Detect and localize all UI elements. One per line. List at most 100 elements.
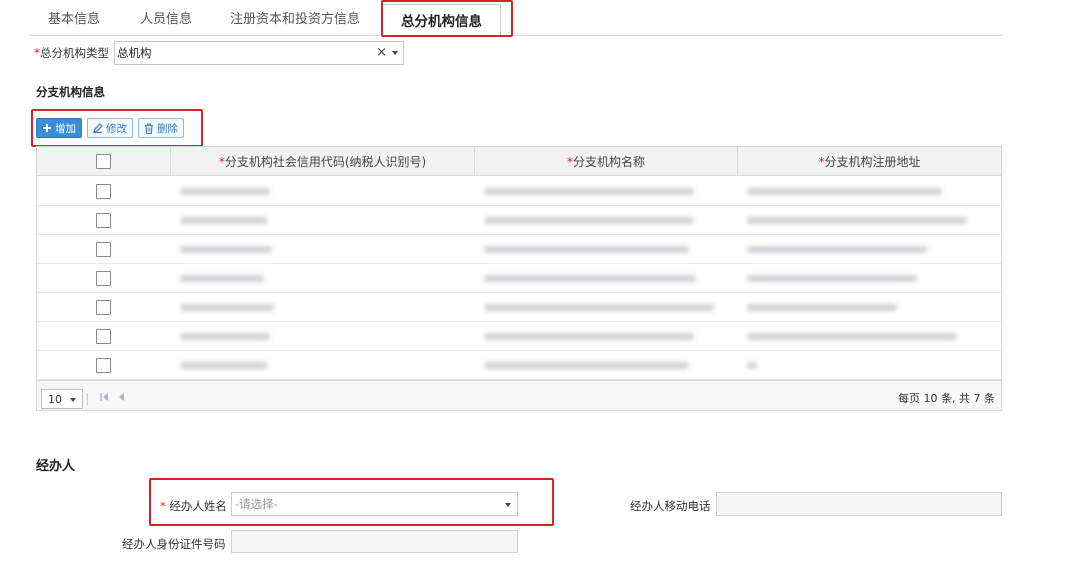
tab-capital-investor-info[interactable]: 注册资本和投资方信息 — [230, 8, 360, 27]
redacted-value — [180, 274, 264, 282]
pager-summary: 每页 10 条, 共 7 条 — [898, 392, 995, 405]
branch-address-cell — [747, 206, 967, 234]
table-row[interactable] — [37, 177, 1001, 206]
branch-address-cell — [747, 322, 957, 350]
tab-bar: 基本信息 人员信息 注册资本和投资方信息 总分机构信息 — [30, 0, 1002, 36]
row-checkbox[interactable] — [96, 212, 111, 228]
row-select-cell — [37, 264, 170, 292]
hq-type-value: 总机构 — [117, 46, 152, 60]
row-checkbox[interactable] — [96, 270, 111, 286]
operator-section-title: 经办人 — [36, 459, 76, 474]
add-button-label: 增加 — [55, 122, 76, 135]
operator-id-label: 经办人身份证件号码 — [122, 537, 226, 551]
redacted-value — [747, 245, 927, 253]
table-row[interactable] — [37, 322, 1001, 351]
table-row[interactable] — [37, 351, 1001, 380]
header-credit-code[interactable]: * 分支机构社会信用代码(纳税人识别号) — [170, 147, 474, 176]
header-branch-address-label: 分支机构注册地址 — [824, 155, 921, 169]
branch-name-cell — [484, 351, 689, 379]
table-pager: 10 每页 10 条, 共 7 条 — [37, 380, 1001, 410]
clear-icon[interactable]: × — [376, 45, 387, 60]
tab-basic-info[interactable]: 基本信息 — [48, 8, 100, 27]
row-checkbox[interactable] — [96, 299, 111, 315]
operator-phone-field[interactable] — [716, 492, 1002, 516]
redacted-value — [484, 187, 694, 195]
row-select-cell — [37, 293, 170, 321]
branch-address-cell — [747, 264, 917, 292]
table-row[interactable] — [37, 235, 1001, 264]
redacted-value — [180, 361, 268, 369]
operator-phone-label: 经办人移动电话 — [630, 499, 711, 513]
row-select-cell — [37, 322, 170, 350]
operator-id-field[interactable] — [231, 530, 518, 553]
prev-page-icon[interactable] — [117, 392, 125, 402]
trash-icon — [145, 122, 153, 134]
redacted-value — [747, 361, 757, 369]
row-checkbox[interactable] — [96, 357, 111, 373]
delete-button-label: 删除 — [157, 122, 178, 135]
redacted-value — [747, 187, 942, 195]
redacted-value — [484, 332, 694, 340]
header-select-all — [37, 147, 170, 176]
row-select-cell — [37, 177, 170, 205]
first-page-icon[interactable] — [99, 392, 109, 402]
operator-name-label: * 经办人姓名 — [160, 498, 227, 514]
branch-address-cell — [747, 235, 927, 263]
table-row[interactable] — [37, 293, 1001, 322]
operator-name-label-text: 经办人姓名 — [169, 499, 227, 513]
edit-button-label: 修改 — [106, 122, 127, 135]
table-row[interactable] — [37, 206, 1001, 235]
row-checkbox[interactable] — [96, 183, 111, 199]
row-checkbox[interactable] — [96, 328, 111, 344]
redacted-value — [747, 274, 917, 282]
pencil-icon — [93, 123, 103, 133]
redacted-value — [180, 332, 270, 340]
redacted-value — [180, 216, 268, 224]
redacted-value — [747, 332, 957, 340]
tab-personnel-info[interactable]: 人员信息 — [140, 8, 192, 27]
hq-type-label: 总分机构类型 — [40, 46, 109, 60]
edit-button[interactable]: 修改 — [87, 118, 133, 138]
select-all-checkbox[interactable] — [96, 154, 111, 169]
row-select-cell — [37, 351, 170, 379]
branch-address-cell — [747, 293, 897, 321]
operator-name-placeholder: -请选择- — [235, 497, 278, 511]
credit-code-cell — [180, 322, 270, 350]
branch-address-cell — [747, 351, 757, 379]
redacted-value — [180, 245, 272, 253]
header-credit-code-label: 分支机构社会信用代码(纳税人识别号) — [224, 155, 427, 169]
branch-name-cell — [484, 322, 694, 350]
hq-type-select[interactable]: 总机构 × — [114, 41, 404, 65]
page-size-value: 10 — [48, 392, 62, 406]
delete-button[interactable]: 删除 — [138, 118, 184, 138]
redacted-value — [180, 187, 270, 195]
credit-code-cell — [180, 177, 270, 205]
redacted-value — [484, 274, 696, 282]
table-header: * 分支机构社会信用代码(纳税人识别号) * 分支机构名称 * 分支机构注册地址 — [37, 147, 1001, 176]
row-select-cell — [37, 206, 170, 234]
required-mark: * — [160, 499, 166, 513]
page-size-select[interactable]: 10 — [41, 389, 83, 409]
credit-code-cell — [180, 235, 272, 263]
chevron-down-icon[interactable] — [392, 51, 398, 55]
pager-divider — [87, 393, 88, 405]
branch-name-cell — [484, 264, 696, 292]
header-branch-address[interactable]: * 分支机构注册地址 — [737, 147, 1001, 176]
redacted-value — [180, 303, 274, 311]
header-branch-name[interactable]: * 分支机构名称 — [474, 147, 737, 176]
branch-name-cell — [484, 293, 714, 321]
credit-code-cell — [180, 293, 274, 321]
add-button[interactable]: 增加 — [36, 118, 82, 138]
redacted-value — [484, 245, 689, 253]
row-checkbox[interactable] — [96, 241, 111, 257]
branch-section-title: 分支机构信息 — [36, 85, 105, 99]
table-row[interactable] — [37, 264, 1001, 293]
credit-code-cell — [180, 264, 264, 292]
redacted-value — [747, 216, 967, 224]
chevron-down-icon — [505, 503, 511, 507]
operator-name-select[interactable]: -请选择- — [231, 492, 518, 516]
tab-hq-branch-info[interactable]: 总分机构信息 — [382, 4, 501, 36]
hq-type-row: * 总分机构类型 总机构 × — [34, 40, 404, 66]
chevron-down-icon — [70, 398, 76, 402]
credit-code-cell — [180, 351, 268, 379]
